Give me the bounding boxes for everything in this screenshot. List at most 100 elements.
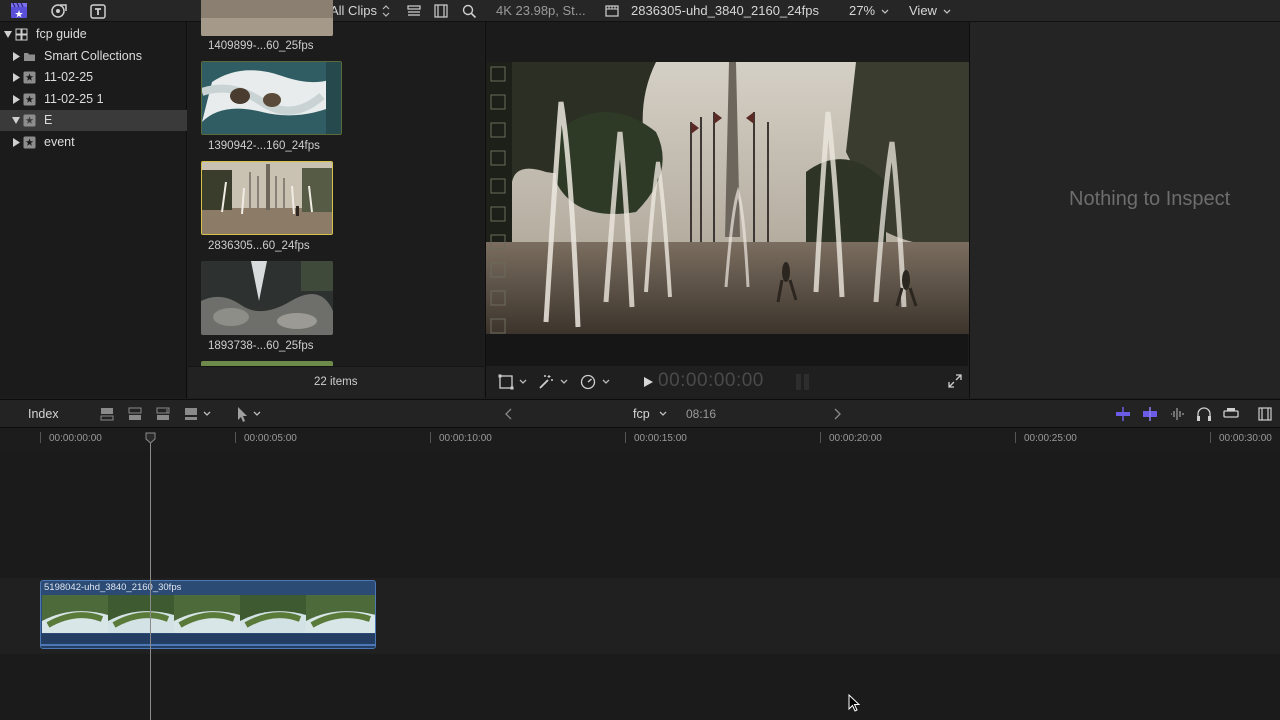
audio-level-line [41, 644, 375, 646]
skimming-icon[interactable] [1114, 405, 1132, 423]
libraries-icon[interactable] [10, 2, 28, 20]
solo-icon[interactable] [1222, 405, 1240, 423]
project-duration: 08:16 [686, 407, 717, 421]
browser-filter-menu[interactable]: All Clips [330, 3, 377, 18]
append-clip-icon[interactable] [154, 405, 172, 423]
top-toolbar: All Clips 4K 23.98p, St... 2836305-uhd_3… [0, 0, 1280, 22]
timeline-toolbar: Index fcp 08:16 [0, 399, 1280, 428]
chevron-down-icon[interactable] [601, 375, 611, 389]
enhance-wand-icon[interactable] [537, 373, 555, 391]
viewer-controls: 00:00:00:00 [486, 366, 969, 398]
headphones-icon[interactable] [1195, 405, 1213, 423]
inspector: Nothing to Inspect [969, 22, 1280, 398]
clip-audio-strip [41, 634, 375, 648]
chevron-down-icon[interactable] [252, 408, 262, 422]
waveform-icon[interactable] [1168, 405, 1186, 423]
sidebar-item-label: 11-02-25 [44, 70, 94, 84]
browser-footer: 22 items [188, 366, 484, 398]
list-view-icon[interactable] [405, 2, 423, 20]
fullscreen-icon[interactable] [947, 373, 963, 389]
sidebar-item-label: event [44, 135, 75, 149]
chevron-down-icon[interactable] [202, 408, 212, 422]
transform-icon[interactable] [497, 373, 515, 391]
chevron-down-icon[interactable] [658, 408, 668, 422]
chevron-down-icon[interactable] [559, 375, 569, 389]
mouse-cursor-icon [848, 694, 862, 714]
playhead-handle-icon[interactable] [145, 432, 156, 444]
index-button[interactable]: Index [28, 407, 59, 421]
timeline-clip[interactable]: 5198042-uhd_3840_2160_30fps [40, 580, 376, 649]
ruler-tick [820, 432, 821, 443]
overwrite-clip-icon[interactable] [182, 405, 200, 423]
disclosure-open-icon[interactable] [4, 30, 12, 39]
timeline-ruler[interactable]: 00:00:00:00 00:00:05:00 00:00:10:00 00:0… [0, 428, 1280, 450]
library-name: fcp guide [36, 27, 87, 41]
zoom-menu[interactable]: 27% [849, 3, 875, 18]
clip-name: 1893738-...60_25fps [208, 340, 314, 352]
audio-skimming-icon[interactable] [1141, 405, 1159, 423]
search-icon[interactable] [460, 2, 478, 20]
library-row[interactable]: fcp guide [0, 24, 187, 45]
titles-generators-icon[interactable] [89, 2, 107, 20]
disclosure-closed-icon[interactable] [12, 95, 20, 104]
viewer-clip-title: 2836305-uhd_3840_2160_24fps [631, 3, 819, 18]
clip-thumbnail-selected[interactable] [201, 161, 333, 235]
clip-thumbnail[interactable] [201, 61, 342, 135]
sidebar-item-event[interactable]: event [0, 132, 187, 153]
updown-chevron-icon [381, 4, 391, 18]
timeline-clip-name: 5198042-uhd_3840_2160_30fps [44, 582, 182, 593]
chevron-down-icon [880, 4, 890, 18]
clip-name: 2836305...60_24fps [208, 240, 310, 252]
ruler-label: 00:00:15:00 [634, 433, 687, 444]
format-info: 4K 23.98p, St... [496, 3, 586, 18]
viewer: 00:00:00:00 [485, 22, 969, 398]
clip-thumbnail[interactable] [201, 261, 333, 335]
event-star-icon [23, 136, 36, 149]
sidebar-item-event-11-02-25-1[interactable]: 11-02-25 1 [0, 89, 187, 110]
connect-clip-icon[interactable] [98, 405, 116, 423]
clapper-icon [603, 2, 621, 20]
event-star-icon [23, 93, 36, 106]
viewer-frame[interactable] [486, 62, 969, 334]
play-icon[interactable] [642, 376, 654, 388]
ruler-tick [40, 432, 41, 443]
item-count: 22 items [314, 376, 358, 388]
ruler-tick [1015, 432, 1016, 443]
playhead[interactable] [145, 432, 156, 720]
chevron-down-icon [942, 4, 952, 18]
disclosure-closed-icon[interactable] [12, 52, 20, 61]
event-star-icon [23, 114, 36, 127]
filmstrip-view-icon[interactable] [432, 2, 450, 20]
timeline[interactable]: 5198042-uhd_3840_2160_30fps [0, 450, 1280, 720]
ruler-tick [625, 432, 626, 443]
project-name[interactable]: fcp [633, 407, 650, 421]
photos-audio-icon[interactable] [50, 2, 68, 20]
sidebar-item-smart-collections[interactable]: Smart Collections [0, 46, 187, 67]
chevron-down-icon[interactable] [518, 375, 528, 389]
clip-name: 1390942-...160_24fps [208, 140, 320, 152]
disclosure-open-icon[interactable] [12, 116, 20, 125]
select-tool-arrow-icon[interactable] [234, 405, 250, 423]
timecode-display[interactable]: 00:00:00:00 [658, 370, 764, 392]
inspector-empty-text: Nothing to Inspect [1069, 188, 1231, 210]
sidebar-item-event-e[interactable]: E [0, 110, 187, 131]
viewer-header [486, 22, 969, 62]
ruler-tick [1210, 432, 1211, 443]
ruler-label: 00:00:20:00 [829, 433, 882, 444]
folder-icon [23, 50, 36, 63]
library-grid-icon [15, 28, 28, 41]
ruler-label: 00:00:10:00 [439, 433, 492, 444]
chevron-left-icon[interactable] [503, 406, 515, 422]
clip-appearance-icon[interactable] [1256, 405, 1274, 423]
disclosure-closed-icon[interactable] [12, 73, 20, 82]
ruler-label: 00:00:30:00 [1219, 433, 1272, 444]
disclosure-closed-icon[interactable] [12, 138, 20, 147]
ruler-label: 00:00:05:00 [244, 433, 297, 444]
sidebar-item-event-11-02-25[interactable]: 11-02-25 [0, 67, 187, 88]
ruler-label: 00:00:00:00 [49, 433, 102, 444]
speed-gauge-icon[interactable] [579, 373, 597, 391]
insert-clip-icon[interactable] [126, 405, 144, 423]
chevron-right-icon[interactable] [831, 406, 843, 422]
clip-thumbnail[interactable] [201, 0, 333, 36]
view-menu[interactable]: View [909, 3, 937, 18]
